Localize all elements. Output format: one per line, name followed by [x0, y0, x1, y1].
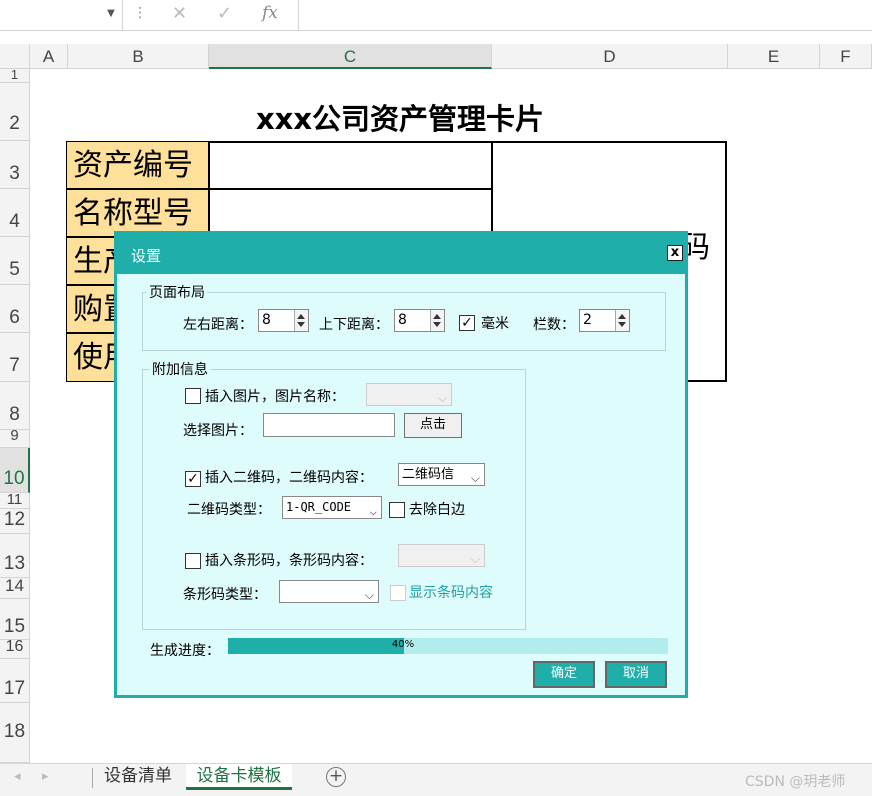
row-header-5[interactable]: 5 [0, 237, 30, 285]
tb-margin-label: 上下距离： [319, 317, 389, 333]
column-header-a[interactable]: A [30, 44, 68, 69]
namebox-dropdown-arrow-icon[interactable]: ▼ [104, 7, 118, 21]
qr-type-dropdown[interactable]: 1-QR_CODE ⌵ [282, 496, 382, 519]
row-header-15[interactable]: 15 [0, 599, 30, 640]
row-header-10[interactable]: 10 [0, 448, 30, 493]
insert-image-checkbox[interactable] [185, 388, 201, 404]
label-model-name[interactable]: 名称型号 [66, 189, 209, 237]
qr-content-value: 二维码信 [402, 467, 455, 482]
row-header-11[interactable]: 11 [0, 493, 30, 509]
show-barcode-text-label: 显示条码内容 [409, 585, 493, 601]
row-header-3[interactable]: 3 [0, 141, 30, 189]
lr-margin-value: 8 [262, 312, 271, 328]
ok-button[interactable]: 确定 [533, 661, 595, 688]
watermark-text: CSDN @玥老师 [745, 774, 846, 790]
insert-qr-label: 插入二维码，二维码内容： [205, 470, 373, 486]
spinner-arrows-icon[interactable] [430, 310, 444, 331]
progress-label: 生成进度： [150, 643, 220, 659]
add-sheet-icon[interactable]: + [326, 767, 346, 787]
insert-function-icon[interactable]: fx [262, 3, 278, 23]
page-layout-group-title: 页面布局 [147, 282, 207, 302]
chevron-down-icon: ⌵ [470, 552, 480, 566]
column-header-d[interactable]: D [492, 44, 728, 69]
columns-label: 栏数： [533, 317, 575, 333]
chevron-down-icon: ⌵ [437, 391, 447, 405]
remove-margin-checkbox[interactable] [389, 502, 405, 518]
column-header-f[interactable]: F [820, 44, 872, 69]
columns-value: 2 [583, 312, 592, 328]
chevron-down-icon: ⌵ [364, 588, 374, 602]
sheet-tab-bar: ◂ ▸ 设备清单 设备卡模板 + [0, 763, 872, 796]
extra-info-group-title: 附加信息 [150, 359, 210, 379]
column-header-b[interactable]: B [68, 44, 209, 69]
row-header-2[interactable]: 2 [0, 83, 30, 141]
close-icon[interactable]: x [667, 245, 683, 261]
barcode-type-label: 条形码类型： [183, 587, 267, 603]
spinner-arrows-icon[interactable] [294, 310, 308, 331]
cancel-formula-icon[interactable]: ✕ [172, 3, 187, 24]
row-header-14[interactable]: 14 [0, 578, 30, 599]
insert-image-label: 插入图片，图片名称： [205, 389, 345, 405]
row-header-13[interactable]: 13 [0, 534, 30, 578]
lr-margin-label: 左右距离： [183, 317, 253, 333]
row-header-4[interactable]: 4 [0, 189, 30, 237]
qr-type-value: 1-QR_CODE [286, 500, 352, 514]
settings-dialog: 设置 x 页面布局 左右距离： 8 上下距离： 8 ✓ 毫米 栏数： 2 附加信… [114, 231, 688, 698]
formula-bar: ▼ ⋮ ✕ ✓ fx [0, 0, 872, 31]
spinner-arrows-icon[interactable] [615, 310, 629, 331]
qr-content-dropdown[interactable]: 二维码信 ⌵ [398, 463, 485, 486]
tab-equipment-card-template[interactable]: 设备卡模板 [186, 764, 292, 790]
select-all-corner[interactable] [0, 44, 30, 69]
formula-bar-divider [122, 0, 123, 30]
qr-type-label: 二维码类型： [187, 502, 271, 518]
progress-bar: 40% [228, 638, 668, 654]
tb-margin-value: 8 [398, 312, 407, 328]
mm-label: 毫米 [481, 316, 509, 332]
browse-button[interactable]: 点击 [404, 413, 462, 438]
row-header-6[interactable]: 6 [0, 285, 30, 333]
insert-barcode-label: 插入条形码，条形码内容： [205, 553, 373, 569]
row-header-7[interactable]: 7 [0, 333, 30, 382]
value-cell-model-name[interactable] [209, 189, 492, 237]
chevron-down-icon: ⌵ [470, 471, 480, 485]
column-header-e[interactable]: E [728, 44, 820, 69]
column-header-c[interactable]: C [209, 44, 492, 69]
progress-percent-text: 40% [391, 639, 415, 650]
barcode-type-dropdown[interactable]: ⌵ [279, 580, 379, 603]
show-barcode-text-checkbox[interactable] [390, 585, 406, 601]
row-header-16[interactable]: 16 [0, 640, 30, 659]
tab-equipment-list[interactable]: 设备清单 [96, 764, 180, 790]
row-header-17[interactable]: 17 [0, 659, 30, 703]
more-options-icon[interactable]: ⋮ [133, 5, 147, 21]
insert-barcode-checkbox[interactable] [185, 553, 201, 569]
tab-scroll-right-icon[interactable]: ▸ [42, 769, 49, 784]
tab-divider [92, 768, 93, 788]
dialog-title: 设置 [131, 247, 162, 265]
row-header-1[interactable]: 1 [0, 69, 30, 83]
lr-margin-spinner[interactable]: 8 [258, 309, 309, 332]
image-path-input[interactable] [263, 413, 395, 437]
formula-input-divider [298, 0, 299, 30]
row-header-18[interactable]: 18 [0, 703, 30, 763]
tb-margin-spinner[interactable]: 8 [394, 309, 445, 332]
image-name-dropdown[interactable]: ⌵ [366, 383, 452, 406]
row-header-12[interactable]: 12 [0, 509, 30, 534]
remove-margin-label: 去除白边 [409, 502, 465, 518]
label-asset-number[interactable]: 资产编号 [66, 141, 209, 189]
row-header-8[interactable]: 8 [0, 382, 30, 430]
enter-formula-icon[interactable]: ✓ [217, 3, 232, 24]
cancel-button[interactable]: 取消 [605, 661, 667, 688]
barcode-content-dropdown[interactable]: ⌵ [398, 544, 485, 567]
row-header-9[interactable]: 9 [0, 430, 30, 448]
tab-scroll-left-icon[interactable]: ◂ [14, 769, 21, 784]
columns-spinner[interactable]: 2 [579, 309, 630, 332]
mm-checkbox[interactable]: ✓ [459, 315, 475, 331]
chevron-down-icon: ⌵ [369, 504, 377, 518]
card-title: xxx公司资产管理卡片 [255, 102, 545, 136]
insert-qr-checkbox[interactable]: ✓ [185, 471, 201, 487]
value-cell-asset-number[interactable] [209, 141, 492, 189]
choose-image-label: 选择图片： [183, 423, 253, 439]
dialog-titlebar[interactable]: 设置 x [117, 234, 685, 274]
